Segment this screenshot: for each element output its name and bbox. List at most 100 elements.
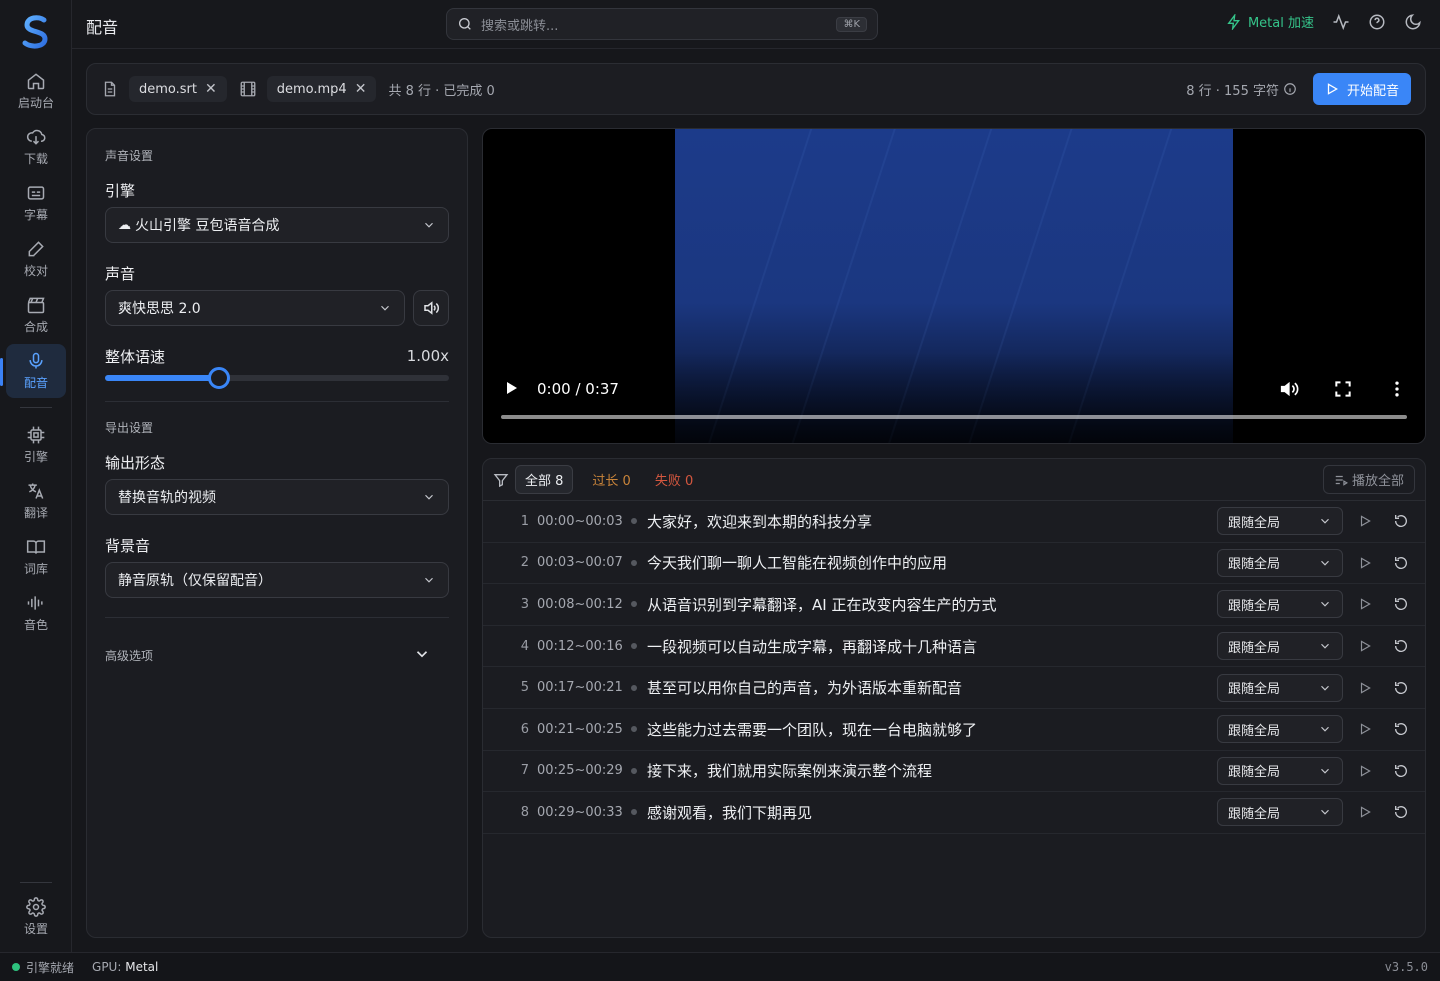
bgm-select[interactable]: 静音原轨（仅保留配音）	[105, 562, 449, 598]
voice-preview-button[interactable]	[413, 290, 449, 326]
close-icon[interactable]: ✕	[205, 81, 217, 97]
line-time: 00:25~00:29	[537, 763, 623, 779]
output-select[interactable]: 替换音轨的视频	[105, 479, 449, 515]
line-play-button[interactable]	[1347, 681, 1383, 695]
line-voice-select[interactable]: 跟随全局	[1217, 673, 1343, 702]
line-play-button[interactable]	[1347, 722, 1383, 736]
volume-icon[interactable]	[1279, 379, 1299, 399]
active-indicator	[0, 358, 3, 386]
srt-file-chip[interactable]: demo.srt ✕	[129, 76, 227, 102]
tab-failed[interactable]: 失败 0	[646, 466, 702, 493]
sidebar-item-label: 翻译	[23, 506, 48, 520]
line-text[interactable]: 从语音识别到字幕翻译，AI 正在改变内容生产的方式	[647, 594, 1217, 615]
subtitle-lines-panel: 全部 8 过长 0 失败 0 播放全部 1 00:00~00:03 大家好，欢迎来到…	[482, 458, 1426, 938]
line-play-button[interactable]	[1347, 597, 1383, 611]
metal-accel-button[interactable]: Metal 加速	[1226, 12, 1314, 31]
speed-slider[interactable]	[105, 367, 449, 389]
video-player[interactable]: 0:00 / 0:37	[482, 128, 1426, 444]
table-row[interactable]: 3 00:08~00:12 从语音识别到字幕翻译，AI 正在改变内容生产的方式 跟随全…	[483, 584, 1425, 626]
search-icon	[459, 18, 471, 30]
tab-too-long[interactable]: 过长 0	[583, 466, 639, 493]
line-regenerate-button[interactable]	[1383, 555, 1419, 571]
line-play-button[interactable]	[1347, 639, 1383, 653]
line-regenerate-button[interactable]	[1383, 680, 1419, 696]
book-icon	[26, 540, 46, 554]
line-time: 00:08~00:12	[537, 596, 623, 612]
table-row[interactable]: 5 00:17~00:21 甚至可以用你自己的声音，为外语版本重新配音 跟随全局	[483, 667, 1425, 709]
chevron-down-icon[interactable]	[413, 645, 431, 663]
line-text[interactable]: 今天我们聊一聊人工智能在视频创作中的应用	[647, 552, 1217, 573]
help-icon[interactable]	[1368, 13, 1386, 31]
search-input[interactable]: 搜索或跳转... ⌘K	[446, 8, 878, 40]
video-file-chip[interactable]: demo.mp4 ✕	[266, 76, 377, 102]
line-play-button[interactable]	[1347, 764, 1383, 778]
tab-all[interactable]: 全部 8	[515, 465, 574, 494]
advanced-options-toggle[interactable]: 高级选项	[105, 647, 153, 664]
line-regenerate-button[interactable]	[1383, 638, 1419, 654]
sidebar-item-subtitle[interactable]: 字幕	[6, 176, 66, 230]
filter-icon[interactable]	[493, 472, 509, 488]
speed-slider-thumb[interactable]	[207, 367, 230, 389]
line-stats: 8 行 · 155 字符	[1186, 83, 1279, 99]
table-row[interactable]: 7 00:25~00:29 接下来，我们就用实际案例来演示整个流程 跟随全局	[483, 751, 1425, 793]
fullscreen-icon[interactable]	[1333, 379, 1353, 399]
moon-icon[interactable]	[1404, 13, 1422, 31]
line-voice-select[interactable]: 跟随全局	[1217, 756, 1343, 785]
more-vertical-icon[interactable]	[1387, 379, 1407, 399]
play-icon[interactable]	[503, 379, 519, 397]
table-row[interactable]: 1 00:00~00:03 大家好，欢迎来到本期的科技分享 跟随全局	[483, 501, 1425, 543]
panel-divider	[105, 617, 449, 618]
line-text[interactable]: 感谢观看，我们下期再见	[647, 802, 1217, 823]
app-logo[interactable]	[16, 12, 56, 52]
line-regenerate-button[interactable]	[1383, 513, 1419, 529]
engine-select[interactable]: ☁ 火山引擎 豆包语音合成	[105, 207, 449, 243]
close-icon[interactable]: ✕	[355, 81, 367, 97]
table-row[interactable]: 2 00:03~00:07 今天我们聊一聊人工智能在视频创作中的应用 跟随全局	[483, 543, 1425, 585]
sidebar-item-translate[interactable]: 翻译	[6, 474, 66, 528]
line-voice-select[interactable]: 跟随全局	[1217, 798, 1343, 827]
play-all-button[interactable]: 播放全部	[1322, 465, 1415, 494]
line-regenerate-button[interactable]	[1383, 721, 1419, 737]
cloud-icon: ☁	[118, 217, 131, 233]
line-voice-select[interactable]: 跟随全局	[1217, 507, 1343, 536]
sidebar-item-download[interactable]: 下载	[6, 120, 66, 174]
play-icon	[1360, 515, 1371, 527]
sidebar-item-voice[interactable]: 音色	[6, 586, 66, 640]
line-text[interactable]: 一段视频可以自动生成字幕，再翻译成十几种语言	[647, 636, 1217, 657]
start-dubbing-button[interactable]: 开始配音	[1312, 73, 1411, 105]
line-regenerate-button[interactable]	[1383, 596, 1419, 612]
line-voice-select[interactable]: 跟随全局	[1217, 548, 1343, 577]
line-play-button[interactable]	[1347, 805, 1383, 819]
voice-select[interactable]: 爽快思思 2.0	[105, 290, 405, 326]
sidebar-item-proof[interactable]: 校对	[6, 232, 66, 286]
file-text-icon	[104, 81, 116, 97]
line-text[interactable]: 甚至可以用你自己的声音，为外语版本重新配音	[647, 677, 1217, 698]
line-play-button[interactable]	[1347, 514, 1383, 528]
play-icon	[1360, 723, 1371, 735]
sidebar-item-dub[interactable]: 配音	[6, 344, 66, 398]
line-text[interactable]: 这些能力过去需要一个团队，现在一台电脑就够了	[647, 719, 1217, 740]
line-regenerate-button[interactable]	[1383, 763, 1419, 779]
line-voice-value: 跟随全局	[1228, 598, 1281, 614]
line-regenerate-button[interactable]	[1383, 804, 1419, 820]
sidebar-item-home[interactable]: 启动台	[6, 64, 66, 118]
sidebar-item-glossary[interactable]: 词库	[6, 530, 66, 584]
table-row[interactable]: 8 00:29~00:33 感谢观看，我们下期再见 跟随全局	[483, 792, 1425, 834]
line-voice-select[interactable]: 跟随全局	[1217, 590, 1343, 619]
table-row[interactable]: 6 00:21~00:25 这些能力过去需要一个团队，现在一台电脑就够了 跟随全局	[483, 709, 1425, 751]
line-voice-select[interactable]: 跟随全局	[1217, 632, 1343, 661]
video-progress-bar[interactable]	[501, 415, 1407, 419]
line-voice-select[interactable]: 跟随全局	[1217, 715, 1343, 744]
activity-icon[interactable]	[1332, 13, 1350, 31]
info-icon[interactable]	[1283, 82, 1297, 96]
sidebar-item-engine[interactable]: 引擎	[6, 418, 66, 472]
line-text[interactable]: 大家好，欢迎来到本期的科技分享	[647, 511, 1217, 532]
sidebar-item-settings[interactable]: 设置	[6, 890, 66, 944]
panel-divider	[105, 401, 449, 402]
line-play-button[interactable]	[1347, 556, 1383, 570]
filter-row: 全部 8 过长 0 失败 0 播放全部	[483, 459, 1425, 501]
line-text[interactable]: 接下来，我们就用实际案例来演示整个流程	[647, 760, 1217, 781]
sidebar-item-compose[interactable]: 合成	[6, 288, 66, 342]
line-status-dot	[631, 809, 637, 816]
table-row[interactable]: 4 00:12~00:16 一段视频可以自动生成字幕，再翻译成十几种语言 跟随全局	[483, 626, 1425, 668]
